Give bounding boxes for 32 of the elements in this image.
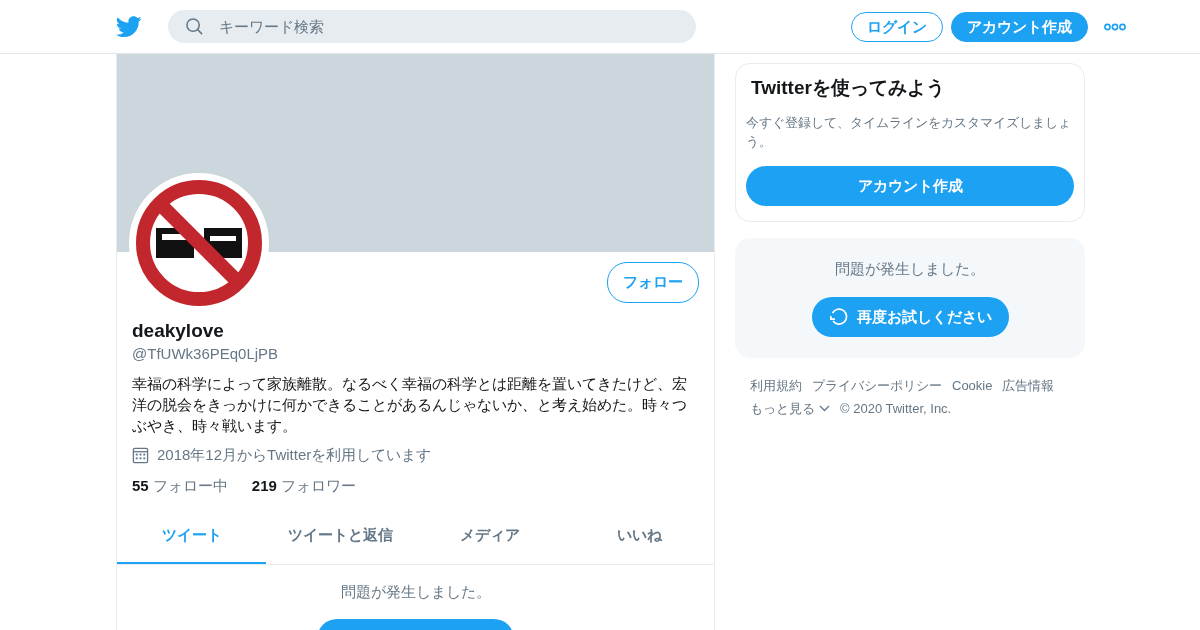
stat-link[interactable]: 219 フォロワー [251,474,357,497]
more-icon[interactable] [1104,22,1126,31]
card-description: 今すぐ登録して、タイムラインをカスタマイズしましょう。 [746,113,1072,151]
refresh-icon [828,306,849,327]
profile-tab[interactable]: いいね [564,509,714,564]
signup-button[interactable]: アカウント作成 [746,165,1074,206]
login-button[interactable]: ログイン [851,11,943,42]
chevron-down-icon [819,405,830,412]
stat-link[interactable]: 55 フォロー中 [132,474,228,497]
username: @TfUWk36PEq0LjPB [132,343,280,364]
join-date: 2018年12月からTwitterを利用しています [157,445,432,465]
bird-logo-icon[interactable] [116,15,142,38]
footer-link[interactable]: 広告情報 [1002,378,1055,393]
follow-button[interactable]: フォロー [607,262,699,303]
retry-button[interactable]: 再度お試しください [811,296,1009,337]
display-name: deakylove [132,318,225,343]
card-title: Twitterを使ってみよう [750,76,946,100]
profile-tab[interactable]: ツイート [117,509,267,564]
footer-link[interactable]: プライバシーポリシー [812,378,942,393]
bio-text: 幸福の科学によって家族離散。なるべく幸福の科学とは距離を置いてきたけど、宏洋の脱会をきっかけに何かできることがあるんじゃないか、と考え始めた。時々つぶやき、時々戦います。 [132,374,688,436]
calendar-icon [132,446,149,464]
signup-button[interactable]: アカウント作成 [951,11,1088,42]
search-icon [185,17,204,36]
footer-link[interactable]: 利用規約 [750,378,802,393]
error-message: 問題が発生しました。 [834,259,986,279]
search-field[interactable]: キーワード検索 [168,10,696,43]
error-message: 問題が発生しました。 [339,581,492,602]
footer-link[interactable]: Cookie [952,378,993,393]
profile-tab[interactable]: ツイートと返信 [266,509,416,564]
more-link[interactable]: もっと見る [750,397,830,420]
profile-tab[interactable]: メディア [415,509,565,564]
copyright-text: © 2020 Twitter, Inc. [840,400,952,418]
